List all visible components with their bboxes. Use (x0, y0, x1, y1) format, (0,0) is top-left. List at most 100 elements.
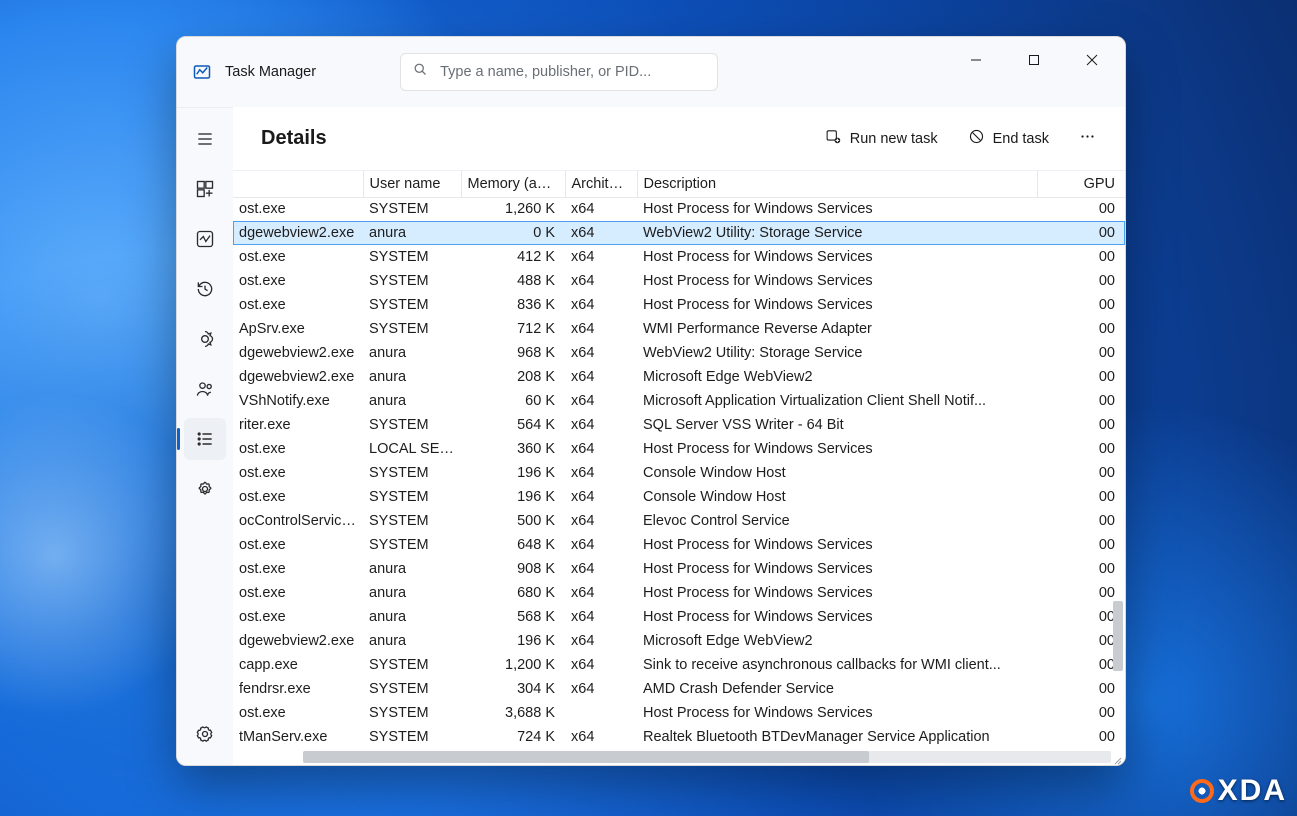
cell-name: ost.exe (233, 533, 363, 557)
table-row[interactable]: ost.exeSYSTEM3,688 KHost Process for Win… (233, 701, 1125, 725)
cell-name: ost.exe (233, 605, 363, 629)
cell-gpu: 00 (1037, 485, 1125, 509)
cell-arch: x64 (565, 557, 637, 581)
cell-name: ost.exe (233, 269, 363, 293)
cell-gpu: 00 (1037, 197, 1125, 221)
table-row[interactable]: VShNotify.exeanura60 Kx64Microsoft Appli… (233, 389, 1125, 413)
table-row[interactable]: ost.exeSYSTEM196 Kx64Console Window Host… (233, 461, 1125, 485)
cell-user: anura (363, 365, 461, 389)
table-row[interactable]: capp.exeSYSTEM1,200 Kx64Sink to receive … (233, 653, 1125, 677)
cell-gpu: 00 (1037, 701, 1125, 725)
maximize-button[interactable] (1005, 37, 1063, 83)
cell-user: anura (363, 581, 461, 605)
cell-gpu: 00 (1037, 269, 1125, 293)
cell-user: anura (363, 221, 461, 245)
cell-gpu: 00 (1037, 317, 1125, 341)
sidebar-item-performance[interactable] (184, 218, 226, 260)
cell-desc: Host Process for Windows Services (637, 437, 1037, 461)
cell-name: dgewebview2.exe (233, 341, 363, 365)
sidebar-item-details[interactable] (184, 418, 226, 460)
cell-arch: x64 (565, 293, 637, 317)
cell-arch: x64 (565, 653, 637, 677)
sidebar-item-users[interactable] (184, 368, 226, 410)
close-button[interactable] (1063, 37, 1121, 83)
col-header-user[interactable]: User name (363, 171, 461, 197)
table-row[interactable]: ost.exeSYSTEM1,260 Kx64Host Process for … (233, 197, 1125, 221)
vertical-scrollbar[interactable] (1113, 601, 1123, 671)
settings-button[interactable] (184, 713, 226, 755)
cell-arch: x64 (565, 437, 637, 461)
cell-mem: 680 K (461, 581, 565, 605)
sidebar-item-app-history[interactable] (184, 268, 226, 310)
cell-mem: 648 K (461, 533, 565, 557)
cell-user: LOCAL SER... (363, 437, 461, 461)
titlebar[interactable]: Task Manager (177, 37, 1125, 107)
cell-mem: 1,200 K (461, 653, 565, 677)
table-row[interactable]: dgewebview2.exeanura196 Kx64Microsoft Ed… (233, 629, 1125, 653)
resize-grip-icon[interactable] (1112, 752, 1122, 762)
table-row[interactable]: ApSrv.exeSYSTEM712 Kx64WMI Performance R… (233, 317, 1125, 341)
col-header-description[interactable]: Description (637, 171, 1037, 197)
cell-name: ost.exe (233, 437, 363, 461)
table-row[interactable]: tManServ.exeSYSTEM724 Kx64Realtek Blueto… (233, 725, 1125, 749)
end-task-label: End task (993, 131, 1049, 147)
cell-gpu: 00 (1037, 605, 1125, 629)
cell-user: SYSTEM (363, 653, 461, 677)
cell-gpu: 00 (1037, 629, 1125, 653)
cell-name: dgewebview2.exe (233, 221, 363, 245)
col-header-memory[interactable]: Memory (ac... (461, 171, 565, 197)
scrollbar-thumb[interactable] (303, 751, 869, 763)
end-task-button[interactable]: End task (958, 122, 1059, 155)
table-row[interactable]: ocControlService....SYSTEM500 Kx64Elevoc… (233, 509, 1125, 533)
minimize-button[interactable] (947, 37, 1005, 83)
cell-gpu: 00 (1037, 413, 1125, 437)
search-input[interactable] (440, 64, 705, 80)
col-header-gpu[interactable]: GPU (1037, 171, 1125, 197)
table-row[interactable]: ost.exeSYSTEM196 Kx64Console Window Host… (233, 485, 1125, 509)
table-row[interactable]: ost.exeanura680 Kx64Host Process for Win… (233, 581, 1125, 605)
table-row[interactable]: dgewebview2.exeanura968 Kx64WebView2 Uti… (233, 341, 1125, 365)
table-row[interactable]: fendrsr.exeSYSTEM304 Kx64AMD Crash Defen… (233, 677, 1125, 701)
cell-user: SYSTEM (363, 197, 461, 221)
table-row[interactable]: ost.exeanura908 Kx64Host Process for Win… (233, 557, 1125, 581)
cell-mem: 712 K (461, 317, 565, 341)
table-header-row[interactable]: User name Memory (ac... Architec... Desc… (233, 171, 1125, 197)
cell-arch: x64 (565, 221, 637, 245)
watermark-xda: XDA (1190, 774, 1287, 808)
cell-mem: 3,688 K (461, 701, 565, 725)
table-row[interactable]: dgewebview2.exeanura208 Kx64Microsoft Ed… (233, 365, 1125, 389)
hamburger-button[interactable] (184, 118, 226, 160)
cell-user: anura (363, 629, 461, 653)
sidebar-item-processes[interactable] (184, 168, 226, 210)
table-row[interactable]: ost.exeLOCAL SER...360 Kx64Host Process … (233, 437, 1125, 461)
table-row[interactable]: ost.exeSYSTEM412 Kx64Host Process for Wi… (233, 245, 1125, 269)
col-header-name[interactable] (233, 171, 363, 197)
table-row[interactable]: ost.exeSYSTEM836 Kx64Host Process for Wi… (233, 293, 1125, 317)
cell-arch: x64 (565, 389, 637, 413)
cell-desc: Host Process for Windows Services (637, 293, 1037, 317)
details-table[interactable]: User name Memory (ac... Architec... Desc… (233, 171, 1125, 749)
col-header-architecture[interactable]: Architec... (565, 171, 637, 197)
sidebar-item-startup[interactable] (184, 318, 226, 360)
app-title: Task Manager (225, 64, 316, 80)
cell-user: anura (363, 389, 461, 413)
cell-desc: Host Process for Windows Services (637, 581, 1037, 605)
cell-mem: 208 K (461, 365, 565, 389)
table-row[interactable]: dgewebview2.exeanura0 Kx64WebView2 Utili… (233, 221, 1125, 245)
table-row[interactable]: ost.exeanura568 Kx64Host Process for Win… (233, 605, 1125, 629)
cell-arch: x64 (565, 317, 637, 341)
cell-user: SYSTEM (363, 677, 461, 701)
cell-arch: x64 (565, 197, 637, 221)
horizontal-scrollbar[interactable] (303, 751, 1111, 763)
table-row[interactable]: ost.exeSYSTEM488 Kx64Host Process for Wi… (233, 269, 1125, 293)
cell-arch: x64 (565, 461, 637, 485)
search-box[interactable] (400, 53, 718, 91)
cell-name: ost.exe (233, 293, 363, 317)
more-options-button[interactable] (1069, 122, 1105, 155)
table-row[interactable]: riter.exeSYSTEM564 Kx64SQL Server VSS Wr… (233, 413, 1125, 437)
run-new-task-button[interactable]: Run new task (815, 122, 948, 155)
cell-mem: 196 K (461, 461, 565, 485)
table-row[interactable]: ost.exeSYSTEM648 Kx64Host Process for Wi… (233, 533, 1125, 557)
cell-mem: 60 K (461, 389, 565, 413)
sidebar-item-services[interactable] (184, 468, 226, 510)
